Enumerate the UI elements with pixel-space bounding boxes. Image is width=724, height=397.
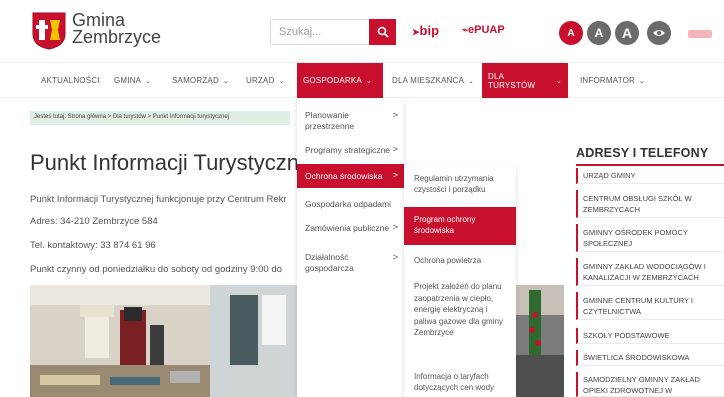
font-size-medium-button[interactable]: A [587,21,611,45]
nav-item-samorzad[interactable]: SAMORZĄD ⌄ [166,63,235,98]
chevron-down-icon: ⌄ [468,77,475,85]
font-size-large-button[interactable]: A [615,21,639,45]
chevron-down-icon: ⌄ [145,77,152,85]
chevron-down-icon: ⌄ [365,77,372,85]
menu-item-label: Gospodarka odpadami [305,199,392,209]
gospodarka-dropdown: Planowanie przestrzenne > Programy strat… [297,98,404,397]
nav-label: URZĄD [246,76,275,85]
nav-item-dla-turystow[interactable]: DLA TURYSTÓW ⌄ [482,63,568,98]
photo-image [30,285,297,397]
nav-label: INFORMATOR [580,76,636,85]
submenu-item-projekt-zalozen[interactable]: Projekt założeń do planu zaopatrzenia w … [404,279,516,357]
sidebar-link-zaklad-wodociagow[interactable]: GMINNY ZAKŁAD WODOCIĄGÓW I KANALIZACJI W… [576,258,724,286]
menu-item-dzialalnosc[interactable]: Działalność gospodarcza [297,250,377,280]
sidebar-title: ADRESY I TELEFONY [576,146,709,160]
submenu-item-regulamin[interactable]: Regulamin utrzymania czystości i porządk… [404,169,516,199]
submenu-item-program-ochrony[interactable]: Program ochrony środowiska [404,207,516,245]
bip-label: bip [419,23,440,38]
chevron-down-icon: ⌄ [278,77,285,85]
site-header: Gmina Zembrzyce Szukaj... ➤bip ⌁ePUAP A … [0,0,724,60]
address-text: Adres: 34-210 Zembrzyce 584 [30,216,158,227]
nav-label: DLA MIESZKAŃCA [392,76,465,85]
intro-paragraph: Punkt Informacji Turystycznej funkcjonuj… [30,194,287,205]
sidebar-link-centrum-obslugi-szkol[interactable]: CENTRUM OBSŁUGI SZKÓŁ W ZEMBRZYCACH [576,190,724,218]
nav-label: AKTUALNOŚCI [41,76,100,85]
chevron-down-icon: ⌄ [639,77,646,85]
nav-label: DLA TURYSTÓW [488,71,536,90]
nav-label: GMINA [114,76,142,85]
nav-item-gmina[interactable]: GMINA ⌄ [108,63,157,98]
nav-item-aktualnosci[interactable]: AKTUALNOŚCI [35,63,106,98]
menu-item-label: Planowanie przestrzenne [305,110,355,131]
search-button[interactable] [369,19,396,45]
hours-text: Punkt czynny od poniedziałku do soboty o… [30,264,282,275]
tourist-office-photo-left [30,285,297,397]
search-icon [377,26,389,38]
coat-of-arms-icon[interactable] [32,12,66,50]
search-input[interactable]: Szukaj... [270,19,370,45]
chevron-down-icon: ⌄ [222,77,230,85]
breadcrumb[interactable]: Jesteś tutaj: Strona główna > Dla turyst… [30,111,290,125]
chevron-right-icon: > [392,170,398,180]
logo-line-2: Zembrzyce [72,27,162,47]
nav-label: SAMORZĄD [172,76,219,85]
site-logo-text[interactable]: Gmina Zembrzyce [72,11,162,47]
epuap-label: ePUAP [468,24,505,36]
chevron-right-icon: > [392,252,398,262]
contrast-button[interactable] [647,21,671,45]
bip-link[interactable]: ➤bip [412,23,439,38]
chevron-down-icon: ⌄ [555,77,562,85]
sidebar-link-swietlica[interactable]: ŚWIETLICA ŚRODOWISKOWA [576,350,724,366]
menu-item-label: Ochrona środowiska [305,171,383,181]
menu-toggle-bar[interactable] [688,30,712,38]
sidebar-title-underline [576,164,724,166]
contacts-sidebar: ADRESY I TELEFONY URZĄD GMINY CENTRUM OB… [576,140,724,397]
sidebar-link-urzad-gminy[interactable]: URZĄD GMINY [576,168,724,184]
chevron-right-icon: > [392,110,398,120]
phone-text: Tel. kontaktowy: 33 874 61 96 [30,240,156,251]
chevron-right-icon: > [392,144,398,154]
nav-item-urzad[interactable]: URZĄD ⌄ [240,63,291,98]
menu-item-programy[interactable]: Programy strategiczne > [297,142,404,158]
font-size-small-button[interactable]: A [559,21,583,45]
menu-item-planowanie[interactable]: Planowanie przestrzenne > [297,106,404,136]
menu-item-label: Działalność gospodarcza [305,252,354,273]
menu-item-label: Zamówienia publiczne [305,223,390,233]
nav-label: GOSPODARKA [303,76,362,85]
menu-item-label: Programy strategiczne [305,145,391,155]
menu-item-zamowienia[interactable]: Zamówienia publiczne > [297,220,404,236]
eye-icon [653,30,665,36]
submenu-item-ochrona-powietrza[interactable]: Ochrona powietrza [404,253,516,269]
sidebar-link-gops[interactable]: GMINNY OŚRODEK POMOCY SPOŁECZNEJ [576,224,724,252]
sidebar-link-zaklad-opieki[interactable]: SAMODZIELNY GMINNY ZAKŁAD OPIEKI ZDROWOT… [576,372,724,397]
nav-item-gospodarka[interactable]: GOSPODARKA ⌄ [297,63,383,98]
bip-icon: ➤ [412,27,420,37]
chevron-right-icon: > [392,222,398,232]
nav-item-informator[interactable]: INFORMATOR ⌄ [574,63,651,98]
menu-item-gospodarka-odpadami[interactable]: Gospodarka odpadami [297,196,404,212]
sidebar-link-centrum-kultury[interactable]: GMINNE CENTRUM KULTURY I CZYTELNICTWA [576,292,724,320]
submenu-item-informacja-taryfy[interactable]: Informacja o taryfach dotyczących cen wo… [404,369,516,397]
main-nav: AKTUALNOŚCI GMINA ⌄ SAMORZĄD ⌄ URZĄD ⌄ GOSP… [0,62,724,98]
page-title: Punkt Informacji Turystyczn [30,150,299,175]
sidebar-link-szkoly-podstawowe[interactable]: SZKOŁY PODSTAWOWE [576,328,724,344]
epuap-link[interactable]: ⌁ePUAP [462,24,505,36]
nav-item-dla-mieszkanca[interactable]: DLA MIESZKAŃCA ⌄ [386,63,480,98]
menu-item-ochrona-srodowiska[interactable]: Ochrona środowiska > [297,164,404,188]
ochrona-srodowiska-submenu: Regulamin utrzymania czystości i porządk… [404,165,516,397]
